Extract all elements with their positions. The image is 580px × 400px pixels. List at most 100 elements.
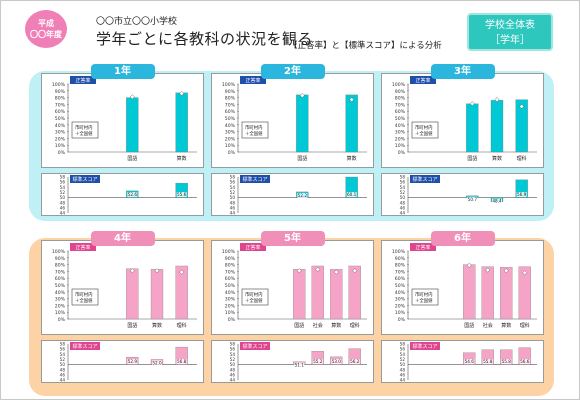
y-tick-label: 100%	[222, 82, 236, 88]
y-tick-label: 90%	[395, 89, 406, 95]
y-tick-label: 10%	[395, 143, 406, 149]
x-category-label: 国語	[297, 155, 307, 162]
y-tick-label: 50%	[55, 116, 66, 122]
y-tick-label: 80%	[395, 96, 406, 102]
page-frame: 平成 〇〇年度 〇〇市立〇〇小学校 学年ごとに各教科の状況を観る 【正答率】と【…	[0, 0, 580, 400]
x-category-label: 算数	[347, 155, 357, 162]
grade-tab: 2年	[260, 64, 325, 79]
legend-box: 市町村内＋全国値	[411, 288, 439, 306]
era-badge: 平成 〇〇年度	[25, 10, 67, 48]
correct-rate-svg: 100%90%80%70%60%50%40%30%20%10%0% 正答率市町村内…	[392, 76, 537, 162]
scope-button-line1: 学校全体表	[485, 20, 535, 31]
x-category-label: 算数	[177, 155, 187, 162]
correct-rate-bar	[463, 264, 476, 320]
y-tick-label: 44	[60, 211, 66, 215]
era-badge-line1: 平成	[38, 19, 54, 28]
legend-line2: ＋全国値	[75, 130, 93, 137]
tag-text: 標準スコア	[242, 176, 267, 183]
standard-score-chart: 58 56 54 52 50 48 46 44 標準スコア 54.6 55.8 55.8 56.6	[381, 340, 544, 383]
grade-panel: 6年 100% 90% 80% 70% 60% 50% 40% 30% 20% 10% 0% 正答率 市町…	[381, 231, 544, 391]
y-tick-label: 70%	[225, 269, 236, 275]
y-tick-label: 60%	[225, 109, 236, 115]
standard-score-svg: 5856545250484644標準スコア50.7 48.456.9	[400, 175, 537, 216]
correct-rate-bar	[150, 269, 164, 320]
y-tick-label: 40%	[395, 123, 406, 129]
legend-line2: ＋全国値	[415, 297, 433, 304]
y-tick-label: 70%	[225, 102, 236, 108]
era-badge-line2: 〇〇年度	[30, 30, 62, 39]
legend-line1: 市町村内	[75, 291, 93, 298]
legend-line1: 市町村内	[415, 291, 433, 298]
y-tick-label: 100%	[392, 82, 406, 88]
grade-panel: 3年 100% 90% 80% 70% 60% 50% 40% 30% 20% 10% 0% 正答率 市町…	[381, 64, 544, 224]
y-tick-label: 10%	[225, 143, 236, 149]
correct-rate-bar	[126, 97, 139, 153]
legend-box: 市町村内＋全国値	[411, 121, 439, 139]
y-tick-label: 60%	[395, 276, 406, 282]
y-tick-label: 100%	[52, 82, 66, 88]
tag-text: 標準スコア	[72, 176, 97, 183]
y-tick-label: 60%	[225, 276, 236, 282]
y-tick-label: 100%	[52, 249, 66, 255]
x-category-label: 算数	[331, 322, 341, 329]
standard-score-tag: 標準スコア	[240, 175, 270, 183]
correct-rate-chart: 100% 90% 80% 70% 60% 50% 40% 30% 20% 10% 0% 正答率 市町村内…	[41, 240, 204, 335]
correct-rate-bar	[490, 100, 504, 153]
standard-score-tag: 標準スコア	[240, 342, 270, 350]
x-category-label: 算数	[152, 322, 162, 329]
y-tick-label: 44	[400, 378, 406, 382]
y-tick-label: 10%	[55, 310, 66, 316]
y-tick-label: 50%	[225, 116, 236, 122]
grade-panel: 1年 100% 90% 80% 70% 60% 50% 40% 30% 20% 10% 0% 正答率 市町…	[41, 64, 204, 224]
standard-score-tag: 標準スコア	[70, 342, 100, 350]
standard-score-tag: 標準スコア	[70, 175, 100, 183]
grade-panel: 4年 100% 90% 80% 70% 60% 50% 40% 30% 20% 10% 0% 正答率 市町…	[41, 231, 204, 391]
y-tick-label: 0%	[398, 317, 406, 323]
correct-rate-bar	[175, 92, 188, 153]
y-tick-label: 44	[60, 378, 66, 382]
grade-panel: 2年 100% 90% 80% 70% 60% 50% 40% 30% 20% 10% 0% 正答率 市町…	[211, 64, 374, 224]
y-tick-label: 60%	[55, 109, 66, 115]
standard-score-value-label: 52.2	[298, 193, 308, 198]
standard-score-value-label: 56.9	[517, 192, 527, 197]
page-title: 学年ごとに各教科の状況を観る	[96, 30, 314, 48]
standard-score-chart: 58 56 54 52 50 48 46 44 標準スコア 52.6 55.6	[41, 173, 204, 216]
y-tick-label: 30%	[55, 297, 66, 303]
y-tick-label: 0%	[58, 317, 66, 323]
x-category-label: 社会	[483, 322, 493, 329]
y-tick-label: 70%	[395, 102, 406, 108]
correct-rate-chart: 100% 90% 80% 70% 60% 50% 40% 30% 20% 10% 0% 正答率 市町村内…	[381, 73, 544, 168]
correct-rate-bar	[345, 94, 358, 153]
correct-rate-bar	[481, 266, 494, 320]
standard-score-chart: 58 56 54 52 50 48 46 44 標準スコア 51.1 55.2 53.0 56.2	[211, 340, 374, 383]
legend-box: 市町村内＋全国値	[241, 121, 269, 139]
standard-score-svg: 5856545250484644標準スコア51.155.2 53.0 56.2	[230, 342, 367, 383]
y-tick-label: 50%	[395, 283, 406, 289]
tag-text: 正答率	[75, 77, 90, 84]
y-tick-label: 50%	[225, 283, 236, 289]
x-category-label: 国語	[127, 155, 137, 162]
legend-box: 市町村内＋全国値	[241, 288, 269, 306]
x-category-label: 理科	[517, 155, 527, 162]
standard-score-value-label: 56.2	[350, 359, 360, 364]
y-tick-label: 20%	[225, 303, 236, 309]
y-tick-label: 10%	[395, 310, 406, 316]
standard-score-value-label: 53.0	[332, 359, 342, 364]
y-tick-label: 10%	[55, 143, 66, 149]
x-category-label: 理科	[177, 322, 187, 329]
school-wide-table-button[interactable]: 学校全体表 ［学年］	[467, 13, 553, 51]
correct-rate-bar	[466, 103, 479, 153]
tag-text: 正答率	[75, 244, 90, 251]
standard-score-value-label: 55.2	[313, 359, 323, 364]
y-tick-label: 50%	[55, 283, 66, 289]
x-category-label: 国語	[127, 322, 137, 329]
legend-line1: 市町村内	[245, 124, 263, 131]
standard-score-value-label: 51.1	[295, 363, 305, 368]
legend-line1: 市町村内	[75, 124, 93, 131]
correct-rate-chart: 100% 90% 80% 70% 60% 50% 40% 30% 20% 10% 0% 正答率 市町村内…	[211, 73, 374, 168]
y-tick-label: 80%	[225, 263, 236, 269]
y-tick-label: 0%	[228, 317, 236, 323]
standard-score-value-label: 55.6	[177, 192, 187, 197]
y-tick-label: 100%	[392, 249, 406, 255]
correct-rate-svg: 100%90%80%70%60%50%40%30%20%10%0% 正答率市町村内…	[222, 243, 367, 329]
